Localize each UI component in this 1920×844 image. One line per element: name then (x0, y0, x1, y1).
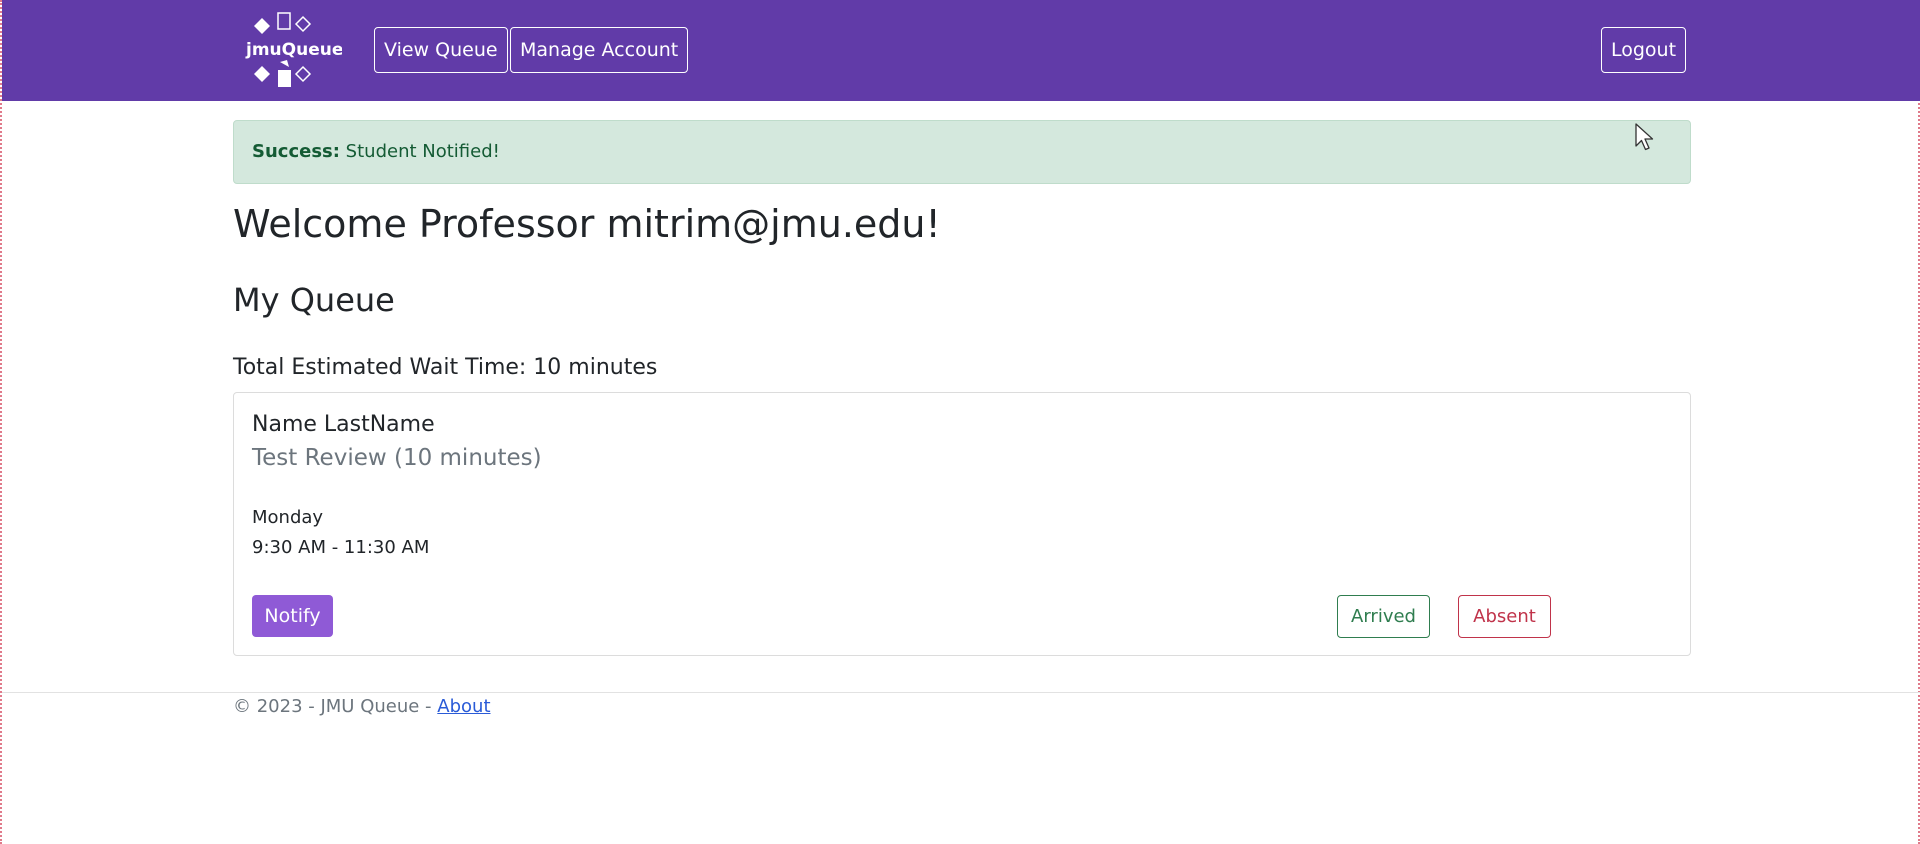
view-queue-button[interactable]: View Queue (374, 27, 508, 73)
success-alert: Success: Student Notified! (233, 120, 1691, 184)
about-link[interactable]: About (437, 696, 490, 717)
appointment-reason: Test Review (10 minutes) (252, 445, 542, 471)
footer: © 2023 - JMU Queue - About (233, 694, 491, 720)
office-hours-day: Monday (252, 507, 324, 528)
jmuqueue-logo[interactable]: jmuQueue (242, 12, 342, 90)
notify-button[interactable]: Notify (252, 595, 333, 637)
logout-button[interactable]: Logout (1601, 27, 1687, 73)
alert-label: Success: (252, 141, 340, 162)
mouse-cursor-icon (1635, 123, 1654, 151)
footer-divider (2, 692, 1920, 693)
office-hours-time: 9:30 AM - 11:30 AM (252, 537, 430, 558)
queue-heading: My Queue (233, 281, 395, 319)
alert-message: Student Notified! (339, 141, 500, 162)
arrived-button[interactable]: Arrived (1337, 595, 1430, 638)
student-name: Name LastName (252, 412, 435, 437)
total-wait-time: Total Estimated Wait Time: 10 minutes (233, 355, 658, 380)
top-navbar: jmuQueue View Queue Manage Account Logou… (2, 0, 1920, 101)
svg-text:jmuQueue: jmuQueue (245, 40, 342, 60)
queue-entry-card: Name LastName Test Review (10 minutes) M… (233, 392, 1691, 656)
manage-account-button[interactable]: Manage Account (510, 27, 689, 73)
page-title: Welcome Professor mitrim@jmu.edu! (233, 202, 941, 246)
footer-copyright: © 2023 - JMU Queue - (233, 696, 438, 717)
absent-button[interactable]: Absent (1458, 595, 1551, 638)
